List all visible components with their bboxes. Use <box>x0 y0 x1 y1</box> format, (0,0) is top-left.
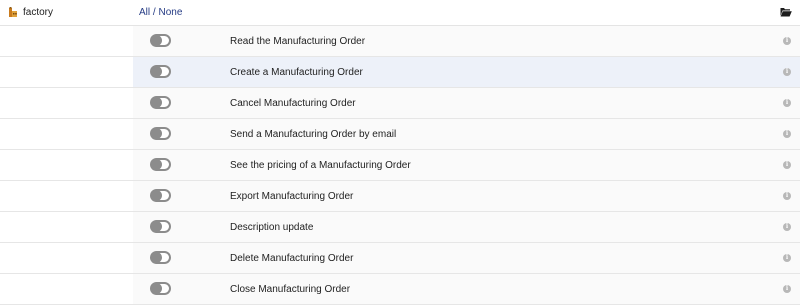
info-icon[interactable]: i <box>783 99 791 107</box>
toggle-knob <box>151 66 162 77</box>
folder-open-icon[interactable] <box>780 7 792 17</box>
toggle-knob <box>151 190 162 201</box>
toggle-knob <box>151 283 162 294</box>
permission-row: See the pricing of a Manufacturing Order… <box>0 150 800 181</box>
permission-toggle[interactable] <box>150 65 171 78</box>
toggle-knob <box>151 159 162 170</box>
permission-row: Close Manufacturing Order i <box>0 274 800 305</box>
permission-label: Create a Manufacturing Order <box>230 67 363 78</box>
permission-row: Send a Manufacturing Order by email i <box>0 119 800 150</box>
permission-toggle[interactable] <box>150 189 171 202</box>
info-icon[interactable]: i <box>783 130 791 138</box>
info-icon[interactable]: i <box>783 192 791 200</box>
permission-toggle[interactable] <box>150 158 171 171</box>
permission-row: Export Manufacturing Order i <box>0 181 800 212</box>
info-icon[interactable]: i <box>783 223 791 231</box>
info-icon[interactable]: i <box>783 285 791 293</box>
permission-label: Delete Manufacturing Order <box>230 253 354 264</box>
select-none-link[interactable]: None <box>158 7 182 18</box>
toggle-knob <box>151 221 162 232</box>
toggle-knob <box>151 97 162 108</box>
permission-row: Cancel Manufacturing Order i <box>0 88 800 119</box>
permission-label: Read the Manufacturing Order <box>230 36 366 47</box>
info-icon[interactable]: i <box>783 37 791 45</box>
permission-row: Description update i <box>0 212 800 243</box>
permissions-panel: factory All / None Read the Manufacturin… <box>0 0 800 305</box>
permission-label: Cancel Manufacturing Order <box>230 98 356 109</box>
factory-icon <box>9 7 17 17</box>
permission-row: Read the Manufacturing Order i <box>0 26 800 57</box>
toggle-knob <box>151 128 162 139</box>
permission-toggle[interactable] <box>150 251 171 264</box>
info-icon[interactable]: i <box>783 161 791 169</box>
module-cell: factory <box>8 7 53 18</box>
all-none-toggle: All / None <box>139 7 182 18</box>
permission-toggle[interactable] <box>150 127 171 140</box>
permission-label: See the pricing of a Manufacturing Order <box>230 160 411 171</box>
permission-toggle[interactable] <box>150 282 171 295</box>
info-icon[interactable]: i <box>783 254 791 262</box>
permission-toggle[interactable] <box>150 96 171 109</box>
toggle-knob <box>151 252 162 263</box>
permission-row: Delete Manufacturing Order i <box>0 243 800 274</box>
select-all-link[interactable]: All <box>139 7 150 18</box>
toggle-knob <box>151 35 162 46</box>
permission-label: Send a Manufacturing Order by email <box>230 129 397 140</box>
module-header-row: factory All / None <box>0 0 800 26</box>
permission-label: Description update <box>230 222 314 233</box>
permission-toggle[interactable] <box>150 34 171 47</box>
info-icon[interactable]: i <box>783 68 791 76</box>
permission-toggle[interactable] <box>150 220 171 233</box>
permission-label: Close Manufacturing Order <box>230 284 351 295</box>
permission-list: Read the Manufacturing Order i Create a Ma… <box>0 26 800 305</box>
module-label: factory <box>23 7 54 18</box>
permission-row: Create a Manufacturing Order i <box>0 57 800 88</box>
permission-label: Export Manufacturing Order <box>230 191 354 202</box>
